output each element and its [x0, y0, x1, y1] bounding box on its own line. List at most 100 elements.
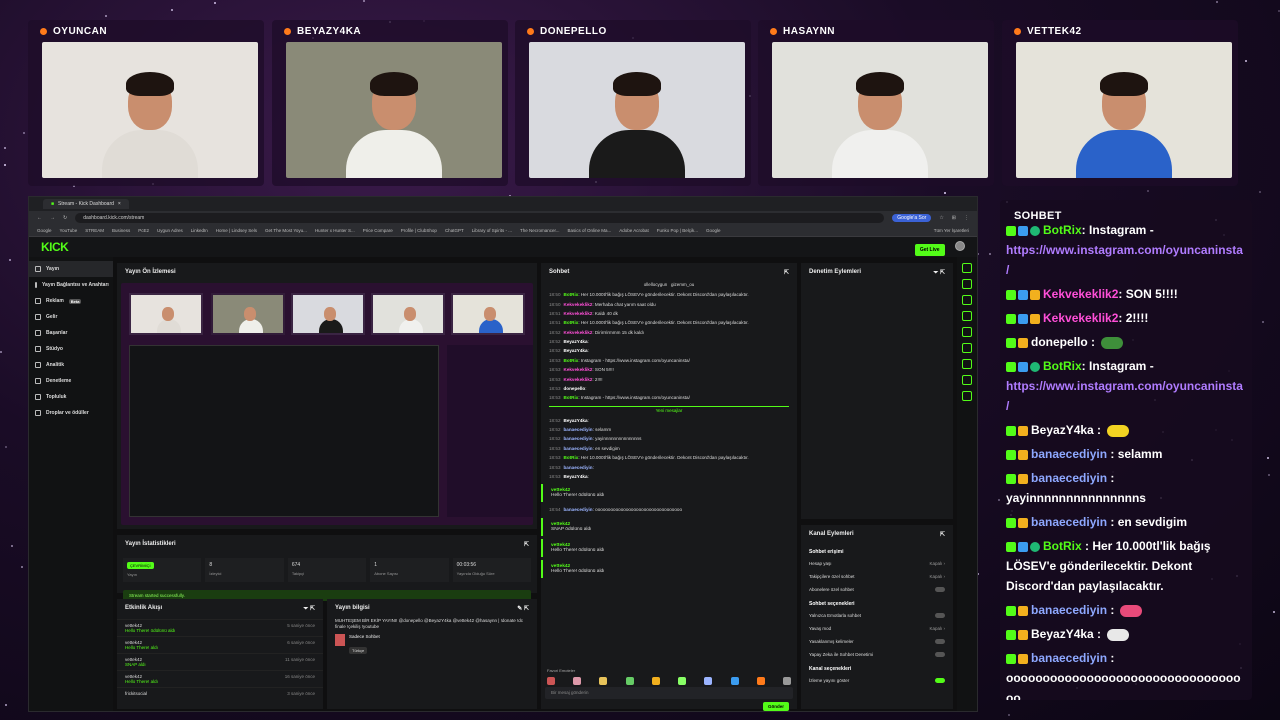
sidebar-item[interactable]: Denetleme [29, 373, 113, 389]
stream-preview-video[interactable] [121, 283, 533, 525]
bookmark-item[interactable]: PcE2 [138, 228, 149, 233]
chat-message[interactable]: 18:53 BotRix: Instagram - https://www.ins… [541, 356, 797, 365]
extensions-icon[interactable]: ⊞ [952, 215, 956, 221]
bookmark-item[interactable]: Profile | ClubShop [401, 228, 437, 233]
quick-action-button[interactable] [962, 263, 972, 273]
kick-logo[interactable]: KICK [41, 240, 69, 254]
chat-username[interactable]: BeyazY4ka [564, 348, 588, 353]
bookmark-item[interactable]: Price Compare [363, 228, 393, 233]
chat-username[interactable]: BeyazY4ka [564, 474, 588, 479]
quick-action-button[interactable] [962, 327, 972, 337]
edit-icon[interactable]: ✎ ⇱ [517, 605, 529, 612]
bookmark-item[interactable]: Home | Lindsey Sels [216, 228, 257, 233]
browser-tab[interactable]: ■ Stream - Kick Dashboard × [43, 199, 129, 209]
channel-setting[interactable]: Yalnızca Emotlarla sohbet [801, 609, 953, 622]
popout-icon[interactable]: ⏷ ⇱ [934, 269, 946, 277]
bookmark-item[interactable]: Funko Pop | Belçik... [657, 228, 698, 233]
emote-button[interactable] [573, 677, 582, 685]
chat-message[interactable]: 18:53 Kekvekeklik2: 2!!!! [541, 374, 797, 383]
chat-username[interactable]: Kekvekeklik2 [564, 367, 593, 372]
chat-message[interactable]: 18:51 Kekvekeklik2: Kaldı 40 dk [541, 309, 797, 318]
popout-icon[interactable]: ⇱ [940, 531, 945, 538]
channel-setting[interactable]: Yavaş mod Kapalı › [801, 622, 953, 635]
chat-message[interactable]: 18:53 BotRix: Her 10.000tl'lik bağış LÖSE… [541, 453, 797, 462]
chat-username[interactable]: Kekvekeklik2 [564, 311, 593, 316]
channel-setting[interactable]: Yapay Zeka ile Sohbet Denetimi [801, 648, 953, 661]
chat-username[interactable]: Kekvekeklik2 [564, 302, 593, 307]
chat-username[interactable]: BeyazY4ka [564, 418, 588, 423]
sidebar-item[interactable]: Gelir [29, 309, 113, 325]
sidebar-item[interactable]: Droplar ve ödüller [29, 405, 113, 421]
chat-username[interactable]: Kekvekeklik2 [564, 377, 593, 382]
popout-icon[interactable]: ⇱ [784, 269, 789, 276]
bookmark-item[interactable]: Google [37, 228, 52, 233]
bookmark-item[interactable]: YouTube [60, 228, 78, 233]
avatar[interactable] [955, 241, 965, 251]
chat-message[interactable]: 18:52 banaecediyin: selamm [541, 425, 797, 434]
bookmark-item[interactable]: Google [706, 228, 721, 233]
bookmark-item[interactable]: The Necromancer... [520, 228, 560, 233]
back-icon[interactable]: ← [37, 215, 42, 221]
forward-icon[interactable]: → [50, 215, 55, 221]
chat-message[interactable]: 18:50 BotRix: Her 10.000tl'lik bağış LÖSE… [541, 290, 797, 299]
google-ask-button[interactable]: Google'a Sor [892, 214, 932, 222]
quick-action-button[interactable] [962, 343, 972, 353]
sidebar-item[interactable]: Başarılar [29, 325, 113, 341]
quick-action-button[interactable] [962, 391, 972, 401]
popout-icon[interactable]: ⇱ [524, 541, 529, 548]
emote-button[interactable] [756, 677, 765, 685]
bookmark-item[interactable]: ChatGPT [445, 228, 464, 233]
chat-username[interactable]: banaecediyin [564, 427, 593, 432]
chat-message[interactable]: 18:52 BeyazY4ka: [541, 346, 797, 355]
chat-username[interactable]: Kekvekeklik2 [564, 330, 593, 335]
channel-setting[interactable]: Hesap yaşı Kapalı › [801, 557, 953, 570]
bookmark-item[interactable]: Business [112, 228, 130, 233]
bookmark-item[interactable]: Library of Spirits - ... [472, 228, 512, 233]
emote-button[interactable] [651, 677, 660, 685]
chat-username[interactable]: banaecediyin [564, 465, 593, 470]
chat-message[interactable]: 18:53 banaecediyin: en sevdigim [541, 444, 797, 453]
url-field[interactable]: dashboard.kick.com/stream [75, 213, 885, 223]
toggle[interactable] [935, 678, 945, 683]
emote-button[interactable] [625, 677, 634, 685]
menu-icon[interactable]: ⋮ [964, 215, 969, 221]
chat-username[interactable]: BotRix [564, 455, 579, 460]
chat-message[interactable]: 18:51 BotRix: Her 10.000tl'lik bağış LÖSE… [541, 318, 797, 327]
chat-message[interactable]: 18:53 donepello: [541, 384, 797, 393]
emote-button[interactable] [678, 677, 687, 685]
sidebar-item[interactable]: Topluluk [29, 389, 113, 405]
chat-message[interactable]: 18:53 BotRix: Instagram - https://www.ins… [541, 393, 797, 402]
star-icon[interactable]: ☆ [939, 215, 943, 221]
quick-action-button[interactable] [962, 375, 972, 385]
sidebar-item[interactable]: Reklam Beta [29, 293, 113, 309]
chat-username[interactable]: donepello [564, 386, 586, 391]
quick-action-button[interactable] [962, 311, 972, 321]
bookmark-item[interactable]: STREAM [85, 228, 104, 233]
toggle[interactable] [935, 639, 945, 644]
chat-message[interactable]: 18:53 BeyazY4ka: [541, 472, 797, 481]
chat-username[interactable]: BotRix [564, 320, 579, 325]
host-mode-setting[interactable]: İzleme yayını göster [801, 674, 953, 687]
emote-button[interactable] [547, 677, 555, 685]
bookmark-item[interactable]: Hunter x Hunter S... [315, 228, 355, 233]
chat-username[interactable]: banaecediyin [564, 507, 593, 512]
channel-setting[interactable]: Yasaklanmış kelimeler [801, 635, 953, 648]
channel-setting[interactable]: Abonelere özel sohbet [801, 583, 953, 596]
bookmark-item[interactable]: Get The Most Yoyu... [265, 228, 307, 233]
quick-action-button[interactable] [962, 295, 972, 305]
chat-message[interactable]: 18:54 banaecediyin: ooooooooooooooooooooo… [541, 505, 797, 514]
sidebar-item[interactable]: Yayın Bağlantısı ve Anahtarı [29, 277, 113, 293]
sidebar-item[interactable]: Analitik [29, 357, 113, 373]
chat-username[interactable]: BeyazY4ka [564, 339, 588, 344]
channel-setting[interactable]: Takipçilere özel sohbet Kapalı › [801, 570, 953, 583]
toggle[interactable] [935, 613, 945, 618]
bookmark-item[interactable]: Uygun Adres [157, 228, 183, 233]
bookmark-item[interactable]: Basics of Online Ma... [567, 228, 611, 233]
emote-button[interactable] [704, 677, 713, 685]
chat-message[interactable]: 18:50 Kekvekeklik2: Merhaba chat yarım sa… [541, 299, 797, 308]
chat-message[interactable]: 18:52 Kekvekeklik2: Dirirrrirmmm 15 dk ka… [541, 328, 797, 337]
bookmark-item[interactable]: LinkedIn [191, 228, 208, 233]
chat-username[interactable]: BotRix [564, 358, 579, 363]
emote-button[interactable] [599, 677, 608, 685]
chat-message[interactable]: 18:53 banaecediyin: [541, 462, 797, 471]
